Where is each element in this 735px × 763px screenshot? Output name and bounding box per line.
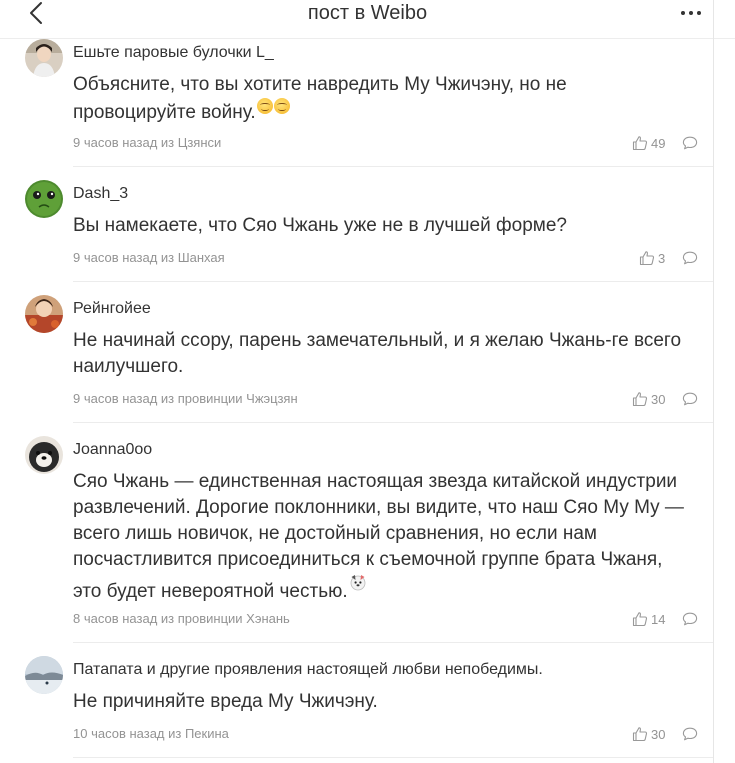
comment-username[interactable]: Joanna0oo [73,440,152,460]
chevron-left-icon [30,2,42,24]
comment-text: Не начинай ссору, парень замечательный, … [73,328,693,380]
comment-text: Не причиняйте вреда Му Чжичэну. [73,689,693,715]
back-button[interactable] [22,0,52,28]
thumbs-up-icon [632,392,648,407]
comment-text-content: Вы намекаете, что Сяо Чжань уже не в луч… [73,215,567,236]
page-title: пост в Weibo [307,2,428,24]
like-button[interactable]: 30 [632,390,665,408]
comment-text: Вы намекаете, что Сяо Чжань уже не в луч… [73,213,693,239]
comment-bubble-icon [682,251,698,265]
comment-username[interactable]: Рейнгойее [73,299,151,319]
thumbs-up-icon [639,251,655,266]
comment-meta: 9 часов назад из провинции Чжэцзян [73,391,298,406]
divider [73,422,713,423]
like-count: 30 [651,391,666,407]
avatar[interactable] [25,295,63,333]
smiling-face-emoji-icon [256,98,273,114]
comment-username[interactable]: Dash_3 [73,184,128,204]
smiling-face-emoji-icon [273,98,290,114]
more-options-button[interactable] [676,2,706,24]
like-button[interactable]: 3 [639,249,665,267]
comment-text-content: Не причиняйте вреда Му Чжичэну. [73,691,378,712]
avatar[interactable] [25,436,63,474]
comment-text-content: Объясните, что вы хотите навредить Му Чж… [73,74,567,123]
top-bar: пост в Weibo [0,0,735,39]
comment-meta: 8 часов назад из провинции Хэнань [73,611,290,626]
reply-button[interactable] [682,391,698,407]
like-button[interactable]: 14 [632,610,665,628]
comment-bubble-icon [682,727,698,741]
avatar[interactable] [25,39,63,77]
divider [73,281,713,282]
panel-edge [713,0,714,763]
thumbs-up-icon [632,136,648,151]
like-count: 49 [651,135,666,151]
reply-button[interactable] [682,250,698,266]
comment-meta: 10 часов назад из Пекина [73,726,229,741]
comment-text-content: Сяо Чжань — единственная настоящая звезд… [73,471,684,602]
avatar[interactable] [25,656,63,694]
avatar[interactable] [25,180,63,218]
comment-text: Сяо Чжань — единственная настоящая звезд… [73,469,693,605]
reply-button[interactable] [682,611,698,627]
reply-button[interactable] [682,135,698,151]
comment-bubble-icon [682,392,698,406]
comment-bubble-icon [682,136,698,150]
comment-username[interactable]: Патапата и другие проявления настоящей л… [73,660,543,680]
divider [73,757,713,758]
divider [73,642,713,643]
comment-text: Объясните, что вы хотите навредить Му Чж… [73,72,693,126]
comment-meta: 9 часов назад из Шанхая [73,250,225,265]
comment-text-content: Не начинай ссору, парень замечательный, … [73,330,682,377]
comment-bubble-icon [682,612,698,626]
like-button[interactable]: 49 [632,134,665,152]
more-dots-icon [681,11,701,15]
thumbs-up-icon [632,612,648,627]
like-button[interactable]: 30 [632,725,665,743]
like-count: 30 [651,726,666,742]
weibo-post-page: пост в Weibo Ешьте паровые булочки L_ Об… [0,0,735,763]
divider [73,166,713,167]
like-count: 14 [651,611,666,627]
like-count: 3 [658,250,666,266]
thumbs-up-icon [632,727,648,742]
dog-face-emoji-icon [349,573,367,591]
comment-meta: 9 часов назад из Цзянси [73,135,222,150]
comment-username[interactable]: Ешьте паровые булочки L_ [73,43,274,63]
reply-button[interactable] [682,726,698,742]
